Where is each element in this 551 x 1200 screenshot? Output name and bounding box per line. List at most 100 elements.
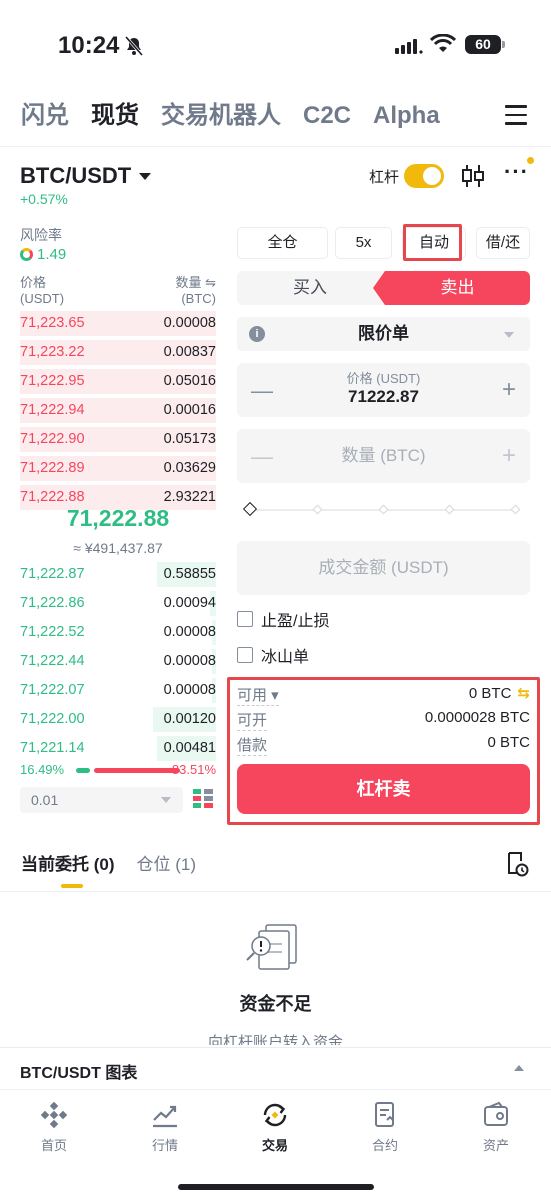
row-quantity: 0.00008 — [163, 624, 216, 640]
bid-row[interactable]: 71,222.00 0.00120 — [20, 706, 216, 733]
risk-number: 1.49 — [37, 246, 67, 263]
order-history-icon[interactable] — [505, 851, 529, 877]
slider-knob[interactable] — [242, 501, 258, 517]
bid-row[interactable]: 71,222.07 0.00008 — [20, 677, 216, 704]
available-row: 可用 ▾ 0 BTC ⇆ — [237, 684, 530, 706]
ask-row[interactable]: 71,222.90 0.05173 — [20, 426, 216, 453]
ask-row[interactable]: 71,222.89 0.03629 — [20, 455, 216, 482]
checkbox-icon[interactable] — [237, 647, 253, 663]
price-input[interactable]: — 价格 (USDT) 71222.87 + — [237, 363, 530, 417]
price-column-unit: (USDT) — [20, 291, 65, 306]
nav-markets-label: 行情 — [151, 1138, 178, 1153]
row-price: 71,223.22 — [20, 344, 85, 360]
empty-state-title: 资金不足 — [239, 994, 312, 1014]
row-price: 71,223.65 — [20, 315, 85, 331]
ask-row[interactable]: 71,223.22 0.00837 — [20, 339, 216, 366]
chevron-up-icon[interactable] — [514, 1065, 524, 1071]
price-input-caption: 价格 (USDT) — [346, 371, 421, 386]
nav-trade-label: 交易 — [261, 1138, 288, 1153]
tab-spot[interactable]: 现货 — [91, 96, 139, 136]
nav-markets[interactable]: 行情 — [125, 1100, 205, 1154]
total-amount-input[interactable]: 成交金额 (USDT) — [237, 541, 530, 595]
leverage-toggle[interactable] — [404, 164, 444, 188]
buy-tab[interactable]: 买入 — [237, 271, 383, 305]
nav-futures-label: 合约 — [371, 1138, 398, 1153]
nav-futures[interactable]: 合约 — [345, 1100, 425, 1154]
pair-symbol: BTC/USDT — [20, 163, 132, 188]
chart-drawer-title: BTC/USDT 图表 — [20, 1065, 138, 1082]
slider-step-25[interactable] — [312, 504, 323, 515]
markets-chart-icon — [153, 1105, 177, 1128]
orderbook-layout-icon[interactable] — [192, 787, 214, 811]
leverage-multiplier-button[interactable]: 5x — [335, 227, 392, 259]
qty-column-toggle[interactable]: 数量 ⇋ — [175, 272, 216, 291]
borrow-repay-button[interactable]: 借/还 — [476, 227, 530, 259]
openable-row: 可开 0.0000028 BTC — [237, 709, 530, 731]
row-quantity: 0.05016 — [163, 373, 216, 389]
tab-open-orders[interactable]: 当前委托 (0) — [21, 850, 115, 876]
price-column-label: 价格 — [20, 275, 47, 290]
slider-step-100[interactable] — [510, 504, 521, 515]
dropdown-arrow-icon — [161, 797, 171, 803]
chart-drawer[interactable]: BTC/USDT 图表 — [0, 1047, 551, 1089]
empty-state-subtitle[interactable]: 向杠杆账户转入资金 — [0, 1031, 551, 1045]
bid-row[interactable]: 71,222.52 0.00008 — [20, 619, 216, 646]
bid-row[interactable]: 71,221.14 0.00481 — [20, 735, 216, 762]
bid-row[interactable]: 71,222.44 0.00008 — [20, 648, 216, 675]
candlestick-chart-icon[interactable] — [461, 163, 485, 189]
pair-selector[interactable]: BTC/USDT — [20, 163, 152, 189]
row-quantity: 0.00008 — [163, 682, 216, 698]
nav-trade[interactable]: 交易 — [235, 1100, 315, 1154]
more-options-icon[interactable]: ··· — [504, 161, 532, 188]
slider-step-50[interactable] — [378, 504, 389, 515]
row-quantity: 0.00481 — [163, 740, 216, 756]
menu-icon[interactable] — [505, 105, 527, 125]
nav-home[interactable]: 首页 — [14, 1100, 94, 1154]
tab-alpha[interactable]: Alpha — [373, 96, 440, 136]
precision-select[interactable]: 0.01 — [20, 787, 183, 813]
borrow-row: 借款 0 BTC — [237, 734, 530, 756]
openable-value: 0.0000028 BTC — [424, 709, 530, 726]
ask-row[interactable]: 71,222.95 0.05016 — [20, 368, 216, 395]
tp-sl-label: 止盈/止损 — [261, 613, 330, 630]
buy-sell-ratio: 16.49% 83.51% — [20, 762, 216, 780]
row-price: 71,222.86 — [20, 595, 85, 611]
active-tab-indicator — [61, 884, 83, 888]
divider — [0, 891, 551, 892]
tab-flash-swap[interactable]: 闪兑 — [21, 96, 69, 136]
bid-row[interactable]: 71,222.86 0.00094 — [20, 590, 216, 617]
iceberg-checkbox[interactable]: 冰山单 — [237, 644, 309, 666]
available-label[interactable]: 可用 ▾ — [237, 684, 279, 706]
highlight-frame — [403, 224, 462, 261]
increase-price-button[interactable]: + — [502, 376, 516, 404]
quantity-input[interactable]: — 数量 (BTC) + — [237, 429, 530, 483]
ask-row[interactable]: 71,223.65 0.00008 — [20, 310, 216, 337]
available-value: 0 BTC ⇆ — [468, 685, 530, 702]
orderbook-header: 价格 (USDT) 数量 ⇋ (BTC) — [20, 272, 216, 306]
tab-c2c[interactable]: C2C — [303, 96, 351, 136]
amount-slider[interactable] — [242, 501, 522, 517]
margin-sell-button[interactable]: 杠杆卖 — [237, 764, 530, 814]
cross-margin-button[interactable]: 全仓 — [237, 227, 328, 259]
tp-sl-checkbox[interactable]: 止盈/止损 — [237, 608, 329, 630]
checkbox-icon[interactable] — [237, 611, 253, 627]
increase-qty-button[interactable]: + — [502, 442, 516, 470]
nav-home-label: 首页 — [40, 1138, 67, 1153]
divider — [0, 146, 551, 147]
tab-trading-bots[interactable]: 交易机器人 — [161, 96, 281, 136]
tab-positions[interactable]: 仓位 (1) — [137, 850, 197, 876]
bid-row[interactable]: 71,222.87 0.58855 — [20, 561, 216, 588]
home-logo-icon — [40, 1101, 68, 1129]
sell-tab[interactable]: 卖出 — [373, 271, 530, 305]
row-price: 71,222.07 — [20, 682, 85, 698]
side-switch: 买入 卖出 — [237, 271, 530, 305]
home-indicator — [178, 1184, 374, 1190]
status-bar: 10:24 60 — [0, 0, 551, 90]
ask-row[interactable]: 71,222.94 0.00016 — [20, 397, 216, 424]
row-quantity: 0.58855 — [163, 566, 216, 582]
nav-assets[interactable]: 资产 — [456, 1100, 536, 1154]
order-type-select[interactable]: i 限价单 — [237, 317, 530, 351]
transfer-icon[interactable]: ⇆ — [517, 685, 530, 702]
slider-step-75[interactable] — [444, 504, 455, 515]
last-price[interactable]: 71,222.88 — [20, 505, 216, 532]
